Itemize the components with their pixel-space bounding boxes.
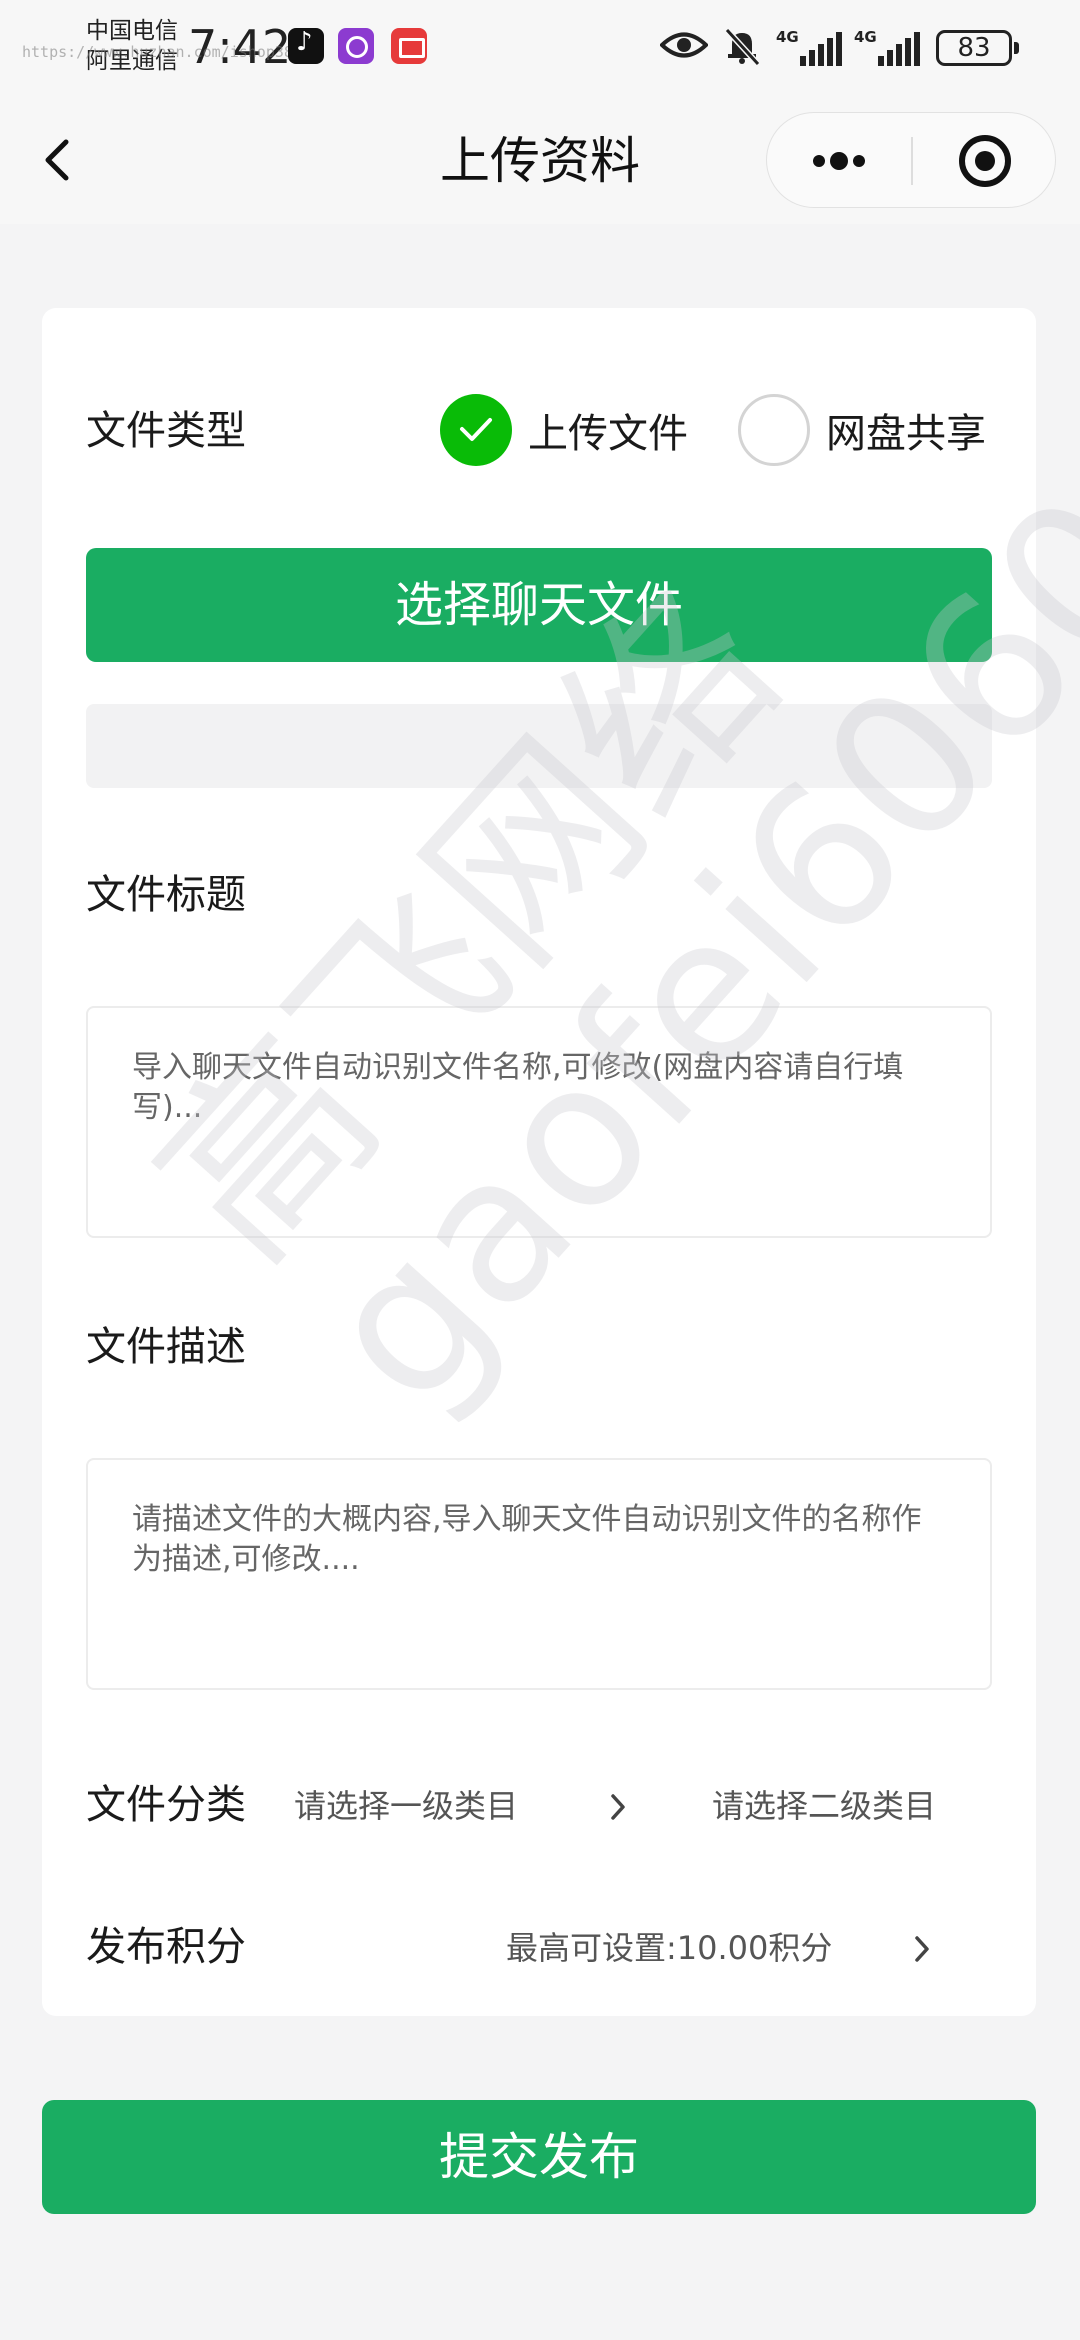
status-bar: 中国电信 阿里通信 7:42 https://www.huzhan.com/is… <box>0 0 1080 100</box>
file-desc-label: 文件描述 <box>86 1324 246 1370</box>
radio-checked-indicator <box>440 394 512 466</box>
close-miniprogram-button[interactable] <box>913 113 1057 209</box>
miniprogram-capsule <box>766 112 1056 208</box>
eye-icon <box>660 32 708 58</box>
upload-form-card: 文件类型 上传文件 网盘共享 选择聊天文件 文件标题 导入聊天文件自动识别文件名… <box>42 308 1036 2016</box>
tiktok-notification-icon <box>288 27 324 64</box>
category-level2-select[interactable]: 请选择二级类目 <box>712 1774 936 1838</box>
carrier-1: 中国电信 <box>86 18 178 44</box>
publish-points-select[interactable]: 最高可设置:10.00积分 <box>506 1916 832 1980</box>
file-category-label: 文件分类 <box>86 1782 246 1828</box>
radio-netdisk-share[interactable]: 网盘共享 <box>738 392 986 468</box>
battery-indicator: 83 <box>936 30 1019 66</box>
app-notification-icon <box>338 28 374 64</box>
radio-upload-file[interactable]: 上传文件 <box>440 392 688 468</box>
signal-2-icon: 4G <box>854 28 924 66</box>
category-level1-select[interactable]: 请选择一级类目 <box>294 1774 518 1838</box>
file-desc-input[interactable]: 请描述文件的大概内容,导入聊天文件自动识别文件的名称作为描述,可修改.... <box>86 1458 992 1690</box>
file-type-label: 文件类型 <box>86 408 246 454</box>
message-notification-icon <box>391 28 427 64</box>
file-title-label: 文件标题 <box>86 872 246 918</box>
more-dots-icon <box>813 152 865 170</box>
choose-chat-file-button[interactable]: 选择聊天文件 <box>86 548 992 662</box>
publish-points-label: 发布积分 <box>86 1924 246 1970</box>
radio-share-label: 网盘共享 <box>826 411 986 457</box>
signal-1-icon: 4G <box>776 28 846 66</box>
status-icons: 4G 4G 83 <box>640 20 1080 76</box>
chevron-right-icon <box>915 1936 929 1962</box>
check-icon <box>460 418 492 441</box>
nav-bar: 上传资料 <box>0 100 1080 224</box>
submit-publish-button[interactable]: 提交发布 <box>42 2100 1036 2214</box>
radio-upload-label: 上传文件 <box>528 411 688 457</box>
chevron-right-icon <box>611 1794 625 1820</box>
selected-file-display <box>86 704 992 788</box>
file-title-input[interactable]: 导入聊天文件自动识别文件名称,可修改(网盘内容请自行填写)... <box>86 1006 992 1238</box>
radio-unchecked-indicator <box>738 394 810 466</box>
target-icon <box>959 135 1011 187</box>
bell-off-icon <box>724 27 761 66</box>
more-button[interactable] <box>767 113 911 209</box>
url-overlay: https://www.huzhan.com/ishop38990 <box>22 43 321 61</box>
